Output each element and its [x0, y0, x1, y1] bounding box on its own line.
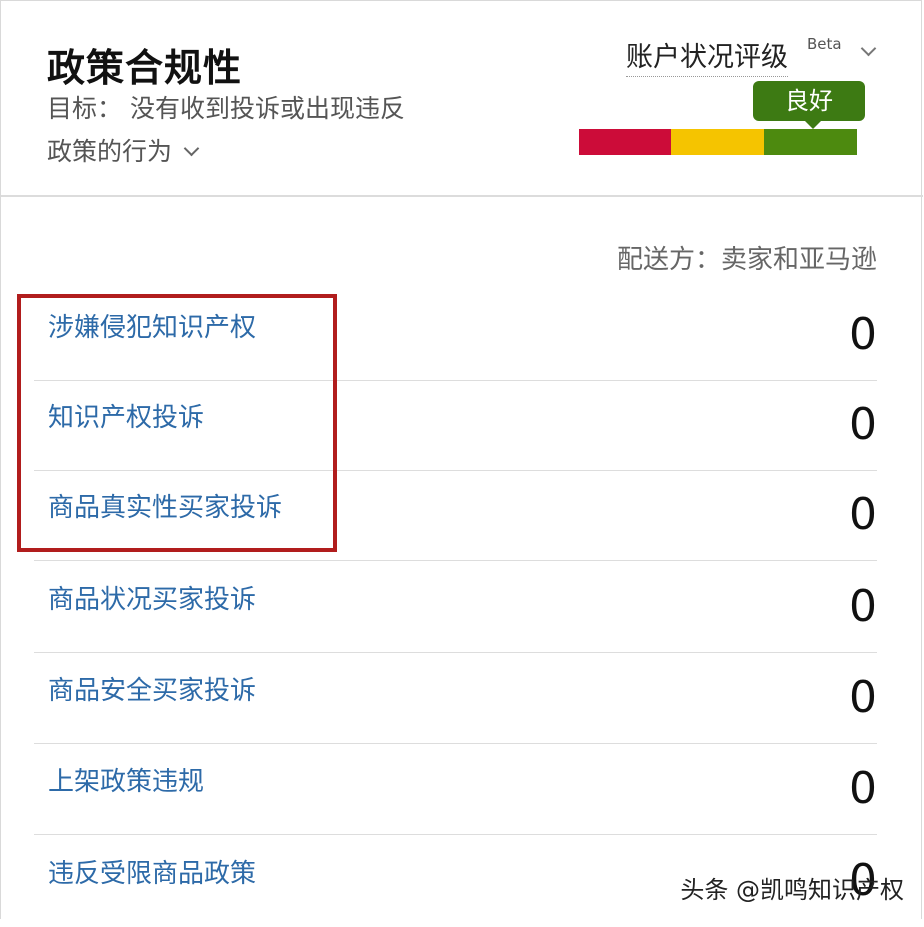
- table-row: 商品安全买家投诉 0: [34, 654, 877, 744]
- row-count: 0: [849, 309, 877, 360]
- goal-description[interactable]: 目标： 没有收到投诉或出现违反 政策的行为: [47, 87, 467, 173]
- goal-line-2: 政策的行为: [47, 130, 467, 173]
- row-count: 0: [849, 581, 877, 632]
- row-link[interactable]: 商品真实性买家投诉: [48, 487, 282, 524]
- row-count: 0: [849, 399, 877, 450]
- chevron-down-icon[interactable]: [860, 40, 877, 57]
- row-link[interactable]: 涉嫌侵犯知识产权: [48, 307, 256, 344]
- table-row: 涉嫌侵犯知识产权 0: [34, 291, 877, 381]
- rating-bar-bad: [579, 129, 671, 155]
- shipped-by-label: 配送方：卖家和亚马逊: [616, 245, 877, 275]
- goal-line-2-text: 政策的行为: [47, 137, 173, 166]
- page-title: 政策合规性: [47, 46, 243, 90]
- rating-badge: 良好: [753, 81, 865, 121]
- account-health-rating-label[interactable]: 账户状况评级: [626, 35, 788, 77]
- rating-badge-pointer: [805, 121, 821, 129]
- panel-header: 政策合规性 目标： 没有收到投诉或出现违反 政策的行为 账户状况评级 Beta …: [1, 1, 923, 197]
- table-row: 商品状况买家投诉 0: [34, 563, 877, 653]
- policy-compliance-panel: 政策合规性 目标： 没有收到投诉或出现违反 政策的行为 账户状况评级 Beta …: [0, 0, 923, 919]
- beta-tag: Beta: [807, 35, 842, 53]
- row-count: 0: [849, 763, 877, 814]
- row-link[interactable]: 违反受限商品政策: [48, 853, 256, 890]
- table-row: 知识产权投诉 0: [34, 381, 877, 471]
- row-link[interactable]: 商品安全买家投诉: [48, 670, 256, 707]
- row-link[interactable]: 上架政策违规: [48, 761, 204, 798]
- row-link[interactable]: 知识产权投诉: [48, 397, 204, 434]
- table-row: 商品真实性买家投诉 0: [34, 471, 877, 561]
- row-count: 0: [849, 489, 877, 540]
- goal-line-1: 目标： 没有收到投诉或出现违反: [47, 94, 405, 123]
- rating-bar-fair: [671, 129, 764, 155]
- table-row: 上架政策违规 0: [34, 745, 877, 835]
- chevron-down-icon[interactable]: [183, 140, 200, 157]
- row-link[interactable]: 商品状况买家投诉: [48, 579, 256, 616]
- watermark: 头条 @凯鸣知识产权: [680, 876, 904, 904]
- row-count: 0: [849, 672, 877, 723]
- rating-bar-good: [764, 129, 857, 155]
